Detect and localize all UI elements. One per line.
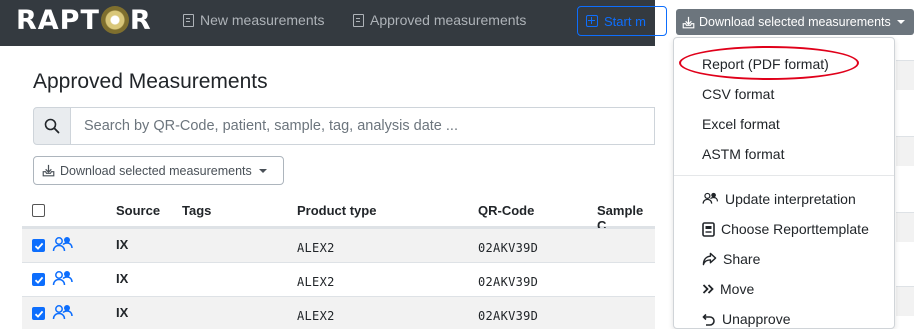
product-type-cell: ALEX2 (297, 309, 335, 323)
column-header-source[interactable]: Source (116, 203, 160, 218)
nav-new-measurements-label: New measurements (200, 12, 325, 28)
source-cell: IX (116, 305, 129, 320)
menu-item-label: Unapprove (722, 311, 791, 327)
product-type-cell: ALEX2 (297, 241, 335, 255)
search-icon[interactable] (33, 107, 71, 145)
raptor-logo[interactable]: RAPT R (16, 4, 152, 36)
download-tray-icon (682, 16, 695, 28)
share-icon (702, 252, 717, 266)
plus-square-icon (586, 15, 598, 27)
start-measurement-button[interactable]: Start m (577, 6, 667, 36)
menu-item-share[interactable]: Share (674, 245, 894, 273)
source-cell: IX (116, 237, 129, 252)
caret-down-icon (896, 20, 905, 24)
users-icon[interactable] (52, 303, 74, 326)
download-tray-icon (42, 164, 55, 177)
document-plus-icon (183, 13, 194, 27)
page-title: Approved Measurements (33, 70, 268, 93)
document-check-icon (353, 13, 364, 27)
menu-item-astm[interactable]: ASTM format (674, 140, 894, 168)
undo-icon (702, 313, 715, 326)
row-checkbox[interactable] (32, 273, 45, 286)
menu-item-unapprove[interactable]: Unapprove (674, 305, 894, 329)
product-type-cell: ALEX2 (297, 275, 335, 289)
top-navbar: RAPT R New measurements Approved measurem… (0, 0, 667, 46)
caret-down-icon (258, 168, 267, 173)
menu-item-choose-reporttemplate[interactable]: Choose Reporttemplate (674, 215, 894, 243)
column-header-qr-code[interactable]: QR-Code (478, 203, 534, 218)
users-icon[interactable] (52, 269, 74, 292)
menu-item-excel[interactable]: Excel format (674, 110, 894, 138)
menu-item-update-interpretation[interactable]: Update interpretation (674, 185, 894, 213)
qr-code-cell[interactable]: 02AKV39D (478, 275, 538, 289)
menu-item-move[interactable]: Move (674, 275, 894, 303)
search-input[interactable]: Search by QR-Code, patient, sample, tag,… (71, 107, 655, 145)
measurements-table: Source Tags Product type QR-Code Sample … (22, 193, 655, 329)
download-selected-dropdown-toggle[interactable]: Download selected measurements (676, 9, 914, 35)
nav-approved-measurements-label: Approved measurements (370, 12, 527, 28)
menu-item-label: Choose Reporttemplate (721, 221, 869, 237)
table-header: Source Tags Product type QR-Code Sample … (22, 193, 655, 233)
row-checkbox[interactable] (32, 307, 45, 320)
double-chevron-icon (702, 284, 714, 294)
raptor-logo-emblem-icon (100, 6, 129, 34)
download-selected-toggle-label: Download selected measurements (699, 15, 891, 29)
menu-item-label: Excel format (702, 116, 780, 132)
menu-item-csv[interactable]: CSV format (674, 80, 894, 108)
menu-item-label: Update interpretation (725, 191, 856, 207)
users-icon[interactable] (52, 235, 74, 258)
start-measurement-label: Start m (604, 13, 646, 29)
source-cell: IX (116, 271, 129, 286)
template-icon (702, 221, 715, 237)
column-header-product-type[interactable]: Product type (297, 203, 376, 218)
nav-new-measurements[interactable]: New measurements (183, 12, 325, 28)
menu-item-label: CSV format (702, 86, 775, 102)
users-icon (702, 192, 719, 204)
qr-code-cell[interactable]: 02AKV39D (478, 241, 538, 255)
table-row[interactable]: IX ALEX2 02AKV39D (22, 296, 655, 329)
row-checkbox[interactable] (32, 239, 45, 252)
menu-divider (674, 175, 894, 176)
search-bar: Search by QR-Code, patient, sample, tag,… (33, 107, 655, 145)
background-table-edge (896, 46, 914, 329)
table-row[interactable]: IX ALEX2 02AKV39D (22, 262, 655, 296)
nav-approved-measurements[interactable]: Approved measurements (353, 12, 526, 28)
download-selected-label: Download selected measurements (60, 163, 252, 178)
menu-item-label: Share (723, 251, 761, 267)
search-placeholder: Search by QR-Code, patient, sample, tag,… (84, 118, 458, 134)
download-selected-button[interactable]: Download selected measurements (33, 156, 284, 185)
annotation-ellipse (679, 46, 859, 80)
table-row[interactable]: IX ALEX2 02AKV39D (22, 228, 655, 262)
select-all-checkbox[interactable] (32, 204, 45, 217)
menu-item-label: Move (720, 281, 755, 297)
menu-item-label: ASTM format (702, 146, 785, 162)
column-header-tags[interactable]: Tags (182, 203, 211, 218)
qr-code-cell[interactable]: 02AKV39D (478, 309, 538, 323)
download-dropdown-menu: Report (PDF format) CSV format Excel for… (673, 37, 895, 329)
